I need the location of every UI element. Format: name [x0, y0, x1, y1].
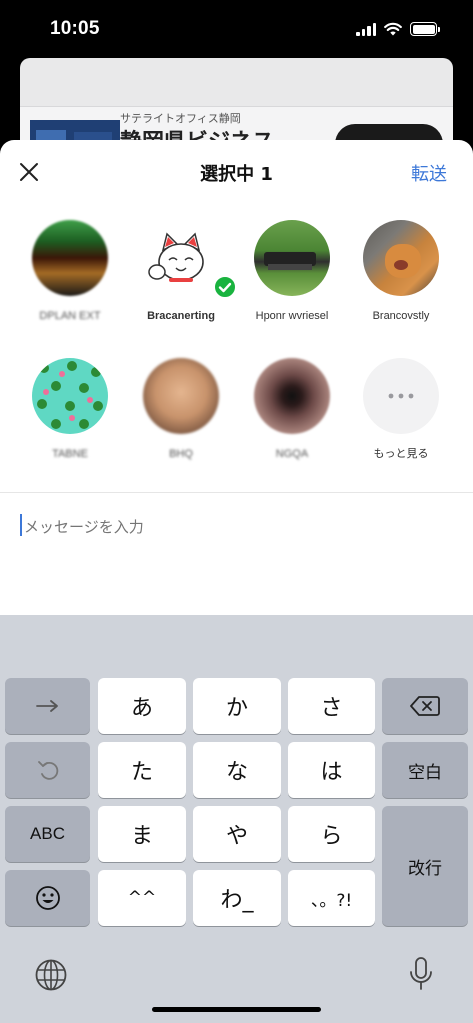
- contact-item[interactable]: DPLAN EXT: [11, 220, 129, 324]
- key-na[interactable]: な: [193, 742, 281, 798]
- key-ta[interactable]: た: [98, 742, 186, 798]
- battery-icon: [410, 22, 440, 36]
- key-sa[interactable]: さ: [288, 678, 375, 734]
- avatar: [32, 358, 108, 434]
- key-ma[interactable]: ま: [98, 806, 186, 862]
- signal-icon: [356, 22, 376, 36]
- share-sheet: 選択中 1 転送 DPLAN EXT Bracanerting Hponr wv…: [0, 140, 473, 615]
- kaomoji-key[interactable]: ^^: [98, 870, 186, 926]
- more-contacts-button[interactable]: もっと見る: [342, 358, 460, 462]
- avatar: [143, 220, 237, 299]
- arrow-right-icon: [35, 700, 58, 712]
- key-a[interactable]: あ: [98, 678, 186, 734]
- undo-key[interactable]: [5, 742, 90, 798]
- sheet-title: 選択中 1: [200, 164, 273, 185]
- contact-name: Hponr wvriesel: [255, 310, 329, 322]
- contact-item[interactable]: Brancovstly: [342, 220, 460, 324]
- avatar: [254, 220, 330, 296]
- more-icon-circle: [363, 358, 439, 434]
- keyboard: あ か さ た な は 空白 ABC ま や ら 改行 ^^ わ_ 、。?!: [0, 615, 473, 1023]
- contact-name: DPLAN EXT: [39, 310, 101, 322]
- lucky-cat-icon: [148, 232, 204, 282]
- sheet-header: 選択中 1 転送: [0, 140, 473, 204]
- emoji-key[interactable]: [5, 870, 90, 926]
- status-icons: [356, 22, 440, 36]
- return-key[interactable]: 改行: [382, 806, 468, 926]
- punctuation-key[interactable]: 、。?!: [288, 870, 375, 926]
- contact-item[interactable]: TABNE: [11, 358, 129, 462]
- contact-item[interactable]: NGQA: [233, 358, 351, 462]
- ellipsis-icon: [388, 393, 414, 399]
- arrow-key[interactable]: [5, 678, 90, 734]
- undo-icon: [37, 761, 58, 780]
- contact-item[interactable]: BHQ: [122, 358, 240, 462]
- key-ra[interactable]: ら: [288, 806, 375, 862]
- avatar: [254, 358, 330, 434]
- space-key[interactable]: 空白: [382, 742, 468, 798]
- contact-item[interactable]: Hponr wvriesel: [233, 220, 351, 324]
- contact-name: TABNE: [52, 448, 88, 460]
- contact-name: NGQA: [275, 448, 309, 460]
- status-time: 10:05: [50, 18, 100, 39]
- forward-button[interactable]: 転送: [411, 160, 447, 186]
- microphone-icon[interactable]: [408, 956, 434, 992]
- wifi-icon: [384, 22, 402, 36]
- home-indicator: [152, 1007, 321, 1012]
- avatar: [32, 220, 108, 296]
- abc-key[interactable]: ABC: [5, 806, 90, 862]
- globe-icon[interactable]: [34, 958, 68, 992]
- message-input[interactable]: [20, 514, 450, 540]
- key-ha[interactable]: は: [288, 742, 375, 798]
- avatar: [363, 220, 439, 296]
- contact-name: Bracanerting: [147, 310, 215, 322]
- contact-name: BHQ: [169, 448, 193, 460]
- key-ya[interactable]: や: [193, 806, 281, 862]
- delete-icon: [410, 696, 440, 716]
- more-label: もっと見る: [373, 448, 429, 460]
- delete-key[interactable]: [382, 678, 468, 734]
- key-wa[interactable]: わ_: [193, 870, 281, 926]
- divider: [0, 492, 473, 493]
- key-ka[interactable]: か: [193, 678, 281, 734]
- avatar: [143, 358, 219, 434]
- contact-name: Brancovstly: [372, 310, 430, 322]
- status-bar: 10:05: [0, 0, 473, 58]
- contact-item[interactable]: Bracanerting: [122, 220, 240, 324]
- emoji-icon: [35, 886, 60, 910]
